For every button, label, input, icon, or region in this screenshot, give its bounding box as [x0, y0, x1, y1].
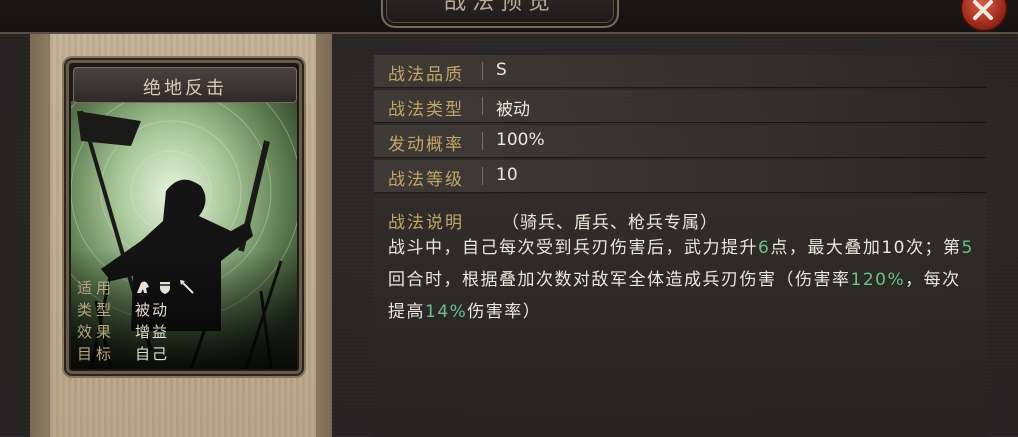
prop-value: 被动	[135, 301, 170, 319]
desc-highlight: 6	[758, 238, 771, 258]
skill-name: 绝地反击	[143, 78, 227, 99]
divider	[482, 132, 483, 150]
info-row-quality: 战法品质 S	[374, 55, 986, 88]
skill-card: 绝地反击 适用 类型 被动 效果 增益 目标 自己	[66, 60, 302, 374]
desc-segment: 回合时，根据叠加次数对敌军全体造成兵刃伤害（伤害率	[388, 270, 851, 290]
cavalry-icon	[137, 281, 149, 293]
spear-icon	[180, 280, 194, 294]
prop-label: 适用	[77, 279, 116, 297]
troop-type-icons	[135, 279, 195, 295]
prop-row-target: 目标 自己	[73, 343, 295, 365]
prop-label: 效果	[77, 323, 116, 341]
desc-highlight: 5	[961, 238, 974, 258]
description-panel: 战法说明 （骑兵、盾兵、枪兵专属） 战斗中，自己每次受到兵刃伤害后，武力提升6点…	[374, 198, 986, 437]
info-row-trigger-rate: 发动概率 100%	[374, 125, 986, 158]
prop-label: 目标	[77, 345, 116, 363]
prop-row-effect: 效果 增益	[73, 321, 295, 343]
prop-value: 增益	[135, 323, 170, 341]
divider	[482, 167, 483, 185]
prop-value: 自己	[135, 345, 170, 363]
prop-row-type: 类型 被动	[73, 299, 295, 321]
info-value: 10	[496, 165, 518, 185]
description-text: 战斗中，自己每次受到兵刃伤害后，武力提升6点，最大叠加10次；第5 回合时，根据叠…	[388, 232, 978, 328]
divider	[482, 62, 483, 80]
desc-highlight: 120%	[850, 270, 906, 290]
info-value: S	[496, 60, 507, 80]
info-row-type: 战法类型 被动	[374, 90, 986, 123]
description-label: 战法说明	[388, 213, 464, 233]
info-label: 战法类型	[388, 100, 464, 120]
desc-segment: 伤害率）	[467, 302, 542, 322]
info-row-level: 战法等级 10	[374, 160, 986, 193]
close-icon	[973, 0, 993, 20]
info-label: 发动概率	[388, 135, 464, 155]
divider	[482, 97, 483, 115]
troop-restriction: （骑兵、盾兵、枪兵专属）	[502, 213, 718, 233]
dialog-title-tab: 战法预览	[381, 0, 619, 28]
info-label: 战法品质	[388, 65, 464, 85]
desc-highlight: 14%	[425, 302, 468, 322]
prop-label: 类型	[77, 301, 116, 319]
desc-segment: 点，最大叠加10次；第	[770, 238, 962, 258]
desc-segment: 战斗中，自己每次受到兵刃伤害后，武力提升	[388, 238, 758, 258]
skill-card-title-bar: 绝地反击	[73, 67, 297, 103]
skill-card-properties: 适用 类型 被动 效果 增益 目标 自己	[73, 277, 295, 367]
info-value: 100%	[496, 130, 545, 150]
info-value: 被动	[496, 100, 530, 120]
info-label: 战法等级	[388, 170, 464, 190]
shield-icon	[160, 282, 170, 294]
dialog-title: 战法预览	[443, 0, 556, 15]
prop-row-applicable: 适用	[73, 277, 295, 299]
